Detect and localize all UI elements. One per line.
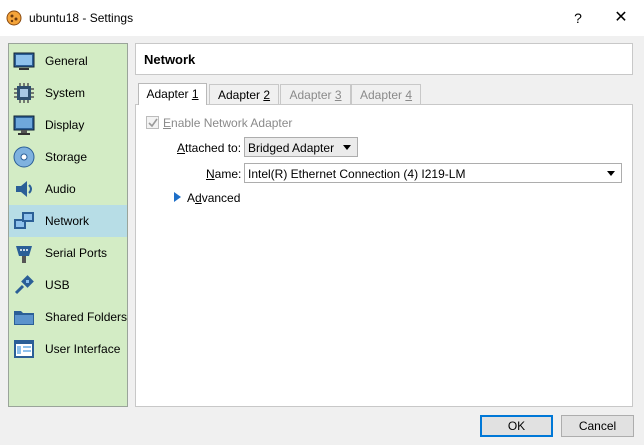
settings-sidebar: General System Display Storage Audio Net… <box>8 43 128 407</box>
accel-char: A <box>177 141 186 155</box>
sidebar-item-label: User Interface <box>45 342 121 356</box>
accel-char: N <box>206 167 215 181</box>
page-header: Network <box>135 43 633 75</box>
tab-adapter-1[interactable]: Adapter 1 <box>138 83 207 105</box>
window-title: ubuntu18 - Settings <box>29 11 134 25</box>
sidebar-item-user-interface[interactable]: User Interface <box>9 333 127 365</box>
folder-icon <box>13 306 35 328</box>
tab-adapter-4[interactable]: Adapter 4 <box>351 84 421 104</box>
display-monitor-icon <box>13 114 35 136</box>
name-label: Name: <box>206 167 241 181</box>
ok-button[interactable]: OK <box>480 415 553 437</box>
tab-accel: 1 <box>191 87 199 101</box>
expand-triangle-icon[interactable] <box>174 192 181 202</box>
audio-speaker-icon <box>13 178 35 200</box>
attached-to-select[interactable]: Bridged Adapter <box>244 137 358 157</box>
tab-adapter-3[interactable]: Adapter 3 <box>280 84 351 104</box>
sidebar-item-system[interactable]: System <box>9 77 127 109</box>
label-text: nable Network Adapter <box>171 116 293 130</box>
sidebar-item-shared-folders[interactable]: Shared Folders <box>9 301 127 333</box>
sidebar-item-audio[interactable]: Audio <box>9 173 127 205</box>
label-text: A <box>187 191 196 205</box>
page-title: Network <box>144 52 196 67</box>
chevron-down-icon <box>607 171 615 176</box>
enable-adapter-label: Enable Network Adapter <box>163 116 292 130</box>
tab-accel: 2 <box>263 88 271 102</box>
accel-char: d <box>195 191 202 205</box>
cancel-button[interactable]: Cancel <box>561 415 634 437</box>
close-button[interactable]: ✕ <box>611 8 631 28</box>
enable-adapter-checkbox[interactable] <box>146 116 159 129</box>
sidebar-item-label: Shared Folders <box>45 310 128 324</box>
general-icon <box>13 50 35 72</box>
advanced-toggle[interactable]: Advanced <box>187 191 240 205</box>
tab-accel: 4 <box>405 88 413 102</box>
network-icon <box>13 210 35 232</box>
title-bar: ubuntu18 - Settings ? ✕ <box>0 0 644 36</box>
sidebar-item-label: Network <box>45 214 90 228</box>
sidebar-item-general[interactable]: General <box>9 45 127 77</box>
sidebar-item-serial-ports[interactable]: Serial Ports <box>9 237 127 269</box>
attached-to-value: Bridged Adapter <box>248 141 335 155</box>
help-button[interactable]: ? <box>571 8 585 28</box>
storage-disc-icon <box>13 146 35 168</box>
name-value: Intel(R) Ethernet Connection (4) I219-LM <box>248 167 466 181</box>
label-text: ttached to: <box>185 141 242 155</box>
virtualbox-app-icon <box>6 10 22 26</box>
sidebar-item-display[interactable]: Display <box>9 109 127 141</box>
sidebar-item-label: USB <box>45 278 70 292</box>
accel-char: E <box>163 116 172 130</box>
sidebar-item-label: Display <box>45 118 85 132</box>
tab-label: Adapter <box>217 88 264 102</box>
sidebar-item-label: Serial Ports <box>45 246 108 260</box>
sidebar-item-label: System <box>45 86 86 100</box>
tab-label: Adapter <box>359 88 406 102</box>
sidebar-item-label: General <box>45 54 88 68</box>
tab-label: Adapter <box>146 87 192 101</box>
label-text: ame: <box>214 167 242 181</box>
user-interface-icon <box>13 338 35 360</box>
sidebar-item-network[interactable]: Network <box>9 205 127 237</box>
sidebar-item-storage[interactable]: Storage <box>9 141 127 173</box>
system-chip-icon <box>13 82 35 104</box>
attached-to-label: Attached to: <box>177 141 241 155</box>
sidebar-item-label: Audio <box>45 182 76 196</box>
sidebar-item-label: Storage <box>45 150 88 164</box>
tab-label: Adapter <box>289 88 335 102</box>
chevron-down-icon <box>343 145 351 150</box>
tab-accel: 3 <box>334 88 342 102</box>
tab-adapter-2[interactable]: Adapter 2 <box>209 84 279 104</box>
label-text: vanced <box>201 191 241 205</box>
check-mark-icon <box>148 118 158 128</box>
serial-port-icon <box>13 242 35 264</box>
sidebar-item-usb[interactable]: USB <box>9 269 127 301</box>
name-select[interactable]: Intel(R) Ethernet Connection (4) I219-LM <box>244 163 622 183</box>
usb-icon <box>13 274 35 296</box>
